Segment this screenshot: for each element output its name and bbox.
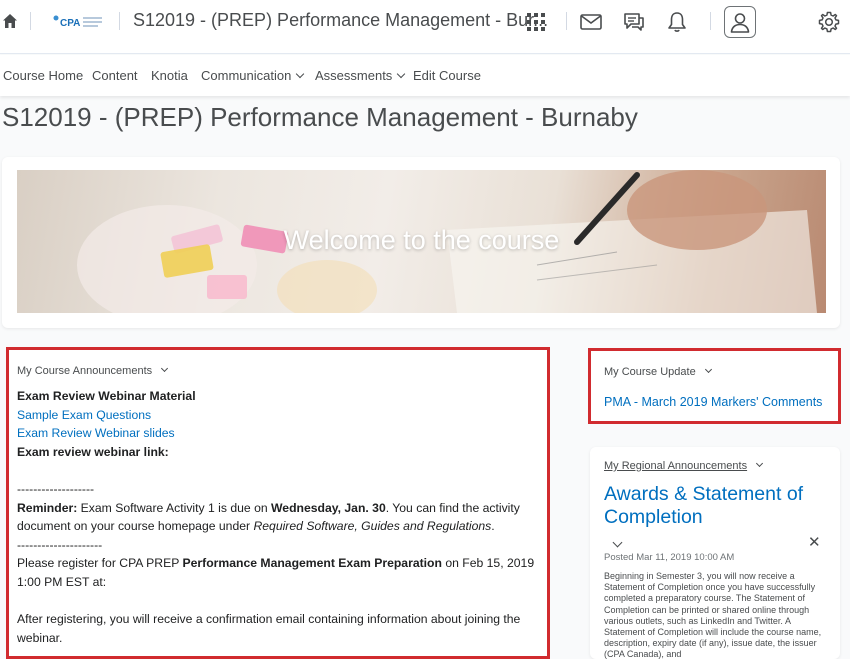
reminder-text: document on your course homepage under [17, 519, 254, 534]
course-announcements-widget: My Course Announcements Exam Review Webi… [6, 347, 550, 659]
widget-title: My Course Announcements [17, 365, 153, 377]
user-avatar-button[interactable] [724, 6, 756, 38]
markers-comments-link[interactable]: PMA - March 2019 Markers' Comments [604, 395, 822, 409]
waffle-icon[interactable] [524, 10, 548, 34]
chevron-down-icon [161, 364, 169, 373]
announcement-line: webinar. [17, 630, 63, 645]
nav-content[interactable]: Content [92, 68, 138, 83]
reminder-location: Required Software, Guides and Regulation… [253, 519, 492, 534]
reminder-label: Reminder: [17, 500, 78, 515]
announcement-line: Please register for CPA PREP Performance… [17, 554, 537, 573]
nav-edit-course[interactable]: Edit Course [413, 68, 481, 83]
reminder-text: . [491, 519, 495, 534]
course-banner-image: Welcome to the course [17, 170, 826, 313]
nav-assessments-label: Assessments [315, 68, 393, 83]
reminder-text: . You can find the activity [385, 500, 520, 515]
announcement-line: Exam Review Webinar slides [17, 424, 537, 443]
reminder-text: Exam Software Activity 1 is due on [77, 500, 272, 515]
nav-knotia[interactable]: Knotia [151, 68, 188, 83]
register-text: on Feb 15, 2019 [441, 556, 535, 571]
divider [30, 12, 31, 30]
chevron-down-icon [397, 69, 406, 79]
svg-text:CPA: CPA [60, 18, 80, 29]
banner-card: Welcome to the course [2, 157, 840, 328]
top-navbar: CPA S12019 - (PREP) Performance Manageme… [0, 0, 850, 54]
announcement-body: Beginning in Semester 3, you will now re… [604, 571, 822, 659]
chevron-down-icon[interactable] [612, 537, 623, 548]
announcement-title: Exam Review Webinar Material [17, 389, 196, 403]
sample-exam-link[interactable]: Sample Exam Questions [17, 408, 151, 422]
announcement-line: Sample Exam Questions [17, 406, 537, 425]
separator-line: --------------------- [17, 537, 103, 552]
announcement-line: Reminder: Exam Software Activity 1 is du… [17, 499, 537, 518]
widget-header[interactable]: My Regional Announcements [604, 459, 764, 472]
webinar-slides-link[interactable]: Exam Review Webinar slides [17, 426, 175, 440]
chevron-down-icon [756, 459, 764, 468]
nav-communication[interactable]: Communication [201, 68, 305, 83]
close-icon[interactable]: ✕ [808, 533, 821, 551]
divider [119, 12, 120, 30]
user-avatar-icon [730, 13, 750, 33]
home-icon[interactable] [2, 12, 18, 30]
chat-icon[interactable] [622, 10, 646, 34]
gear-icon[interactable] [817, 10, 841, 34]
nav-course-home[interactable]: Course Home [3, 68, 83, 83]
divider [566, 12, 567, 30]
widget-header[interactable]: My Course Update [604, 365, 712, 378]
widget-header[interactable]: My Course Announcements [17, 364, 169, 377]
divider [710, 12, 711, 30]
course-title[interactable]: S12019 - (PREP) Performance Management -… [133, 10, 548, 31]
nav-communication-label: Communication [201, 68, 292, 83]
announcement-line: document on your course homepage under R… [17, 517, 537, 536]
webinar-link-label: Exam review webinar link: [17, 444, 169, 459]
separator-line: ------------------- [17, 481, 95, 496]
course-navbar: Course Home Content Knotia Communication… [0, 55, 850, 96]
announcement-line: 1:00 PM EST at: [17, 574, 107, 589]
course-update-widget: My Course Update PMA - March 2019 Marker… [588, 348, 841, 424]
banner-title: Welcome to the course [283, 225, 560, 255]
announcement-line: Exam review webinar link: [17, 443, 537, 462]
announcement-line: After registering, you will receive a co… [17, 612, 521, 627]
announcement-title-link[interactable]: Awards & Statement of Completion [604, 483, 824, 529]
nav-assessments[interactable]: Assessments [315, 68, 406, 83]
chevron-down-icon [296, 69, 305, 79]
register-course: Performance Management Exam Preparation [182, 556, 442, 571]
widget-title: My Course Update [604, 366, 696, 378]
announcement-line: Exam Review Webinar Material [17, 387, 537, 406]
widget-title: My Regional Announcements [604, 460, 748, 472]
mail-icon[interactable] [579, 10, 603, 34]
regional-announcements-widget: My Regional Announcements Awards & State… [590, 447, 840, 659]
posted-date: Posted Mar 11, 2019 10:00 AM [604, 552, 735, 563]
bell-icon[interactable] [665, 10, 689, 34]
page-title: S12019 - (PREP) Performance Management -… [2, 102, 638, 132]
cpa-logo[interactable]: CPA [52, 13, 104, 31]
reminder-date: Wednesday, Jan. 30 [271, 500, 386, 515]
announcement-body: Exam Review Webinar Material Sample Exam… [17, 387, 537, 647]
register-text: Please register for CPA PREP [17, 556, 183, 571]
chevron-down-icon [704, 365, 712, 374]
